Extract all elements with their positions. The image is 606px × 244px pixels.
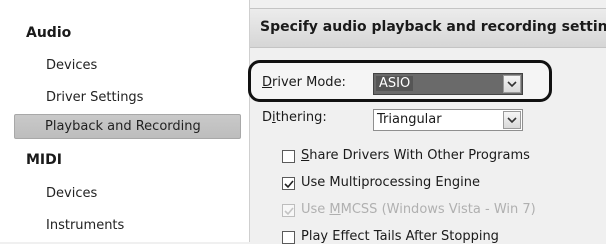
dithering-value: Triangular [377, 112, 442, 127]
sidebar-item-driver-settings[interactable]: Driver Settings [46, 90, 143, 105]
dithering-select[interactable]: Triangular [373, 109, 523, 131]
category-midi: MIDI [26, 152, 62, 168]
sidebar-item-midi-devices[interactable]: Devices [46, 186, 97, 201]
panel-header: Specify audio playback and recording set… [250, 8, 606, 48]
page-title: Specify audio playback and recording set… [260, 19, 606, 35]
dithering-label: Dithering: [262, 110, 327, 125]
category-audio: Audio [26, 25, 72, 41]
chevron-down-icon[interactable] [503, 111, 521, 129]
sidebar-item-label: Playback and Recording [45, 119, 201, 134]
multiprocessing-label: Use Multiprocessing Engine [301, 175, 480, 190]
driver-mode-label: Driver Mode: [262, 75, 346, 90]
sidebar-item-playback-and-recording[interactable]: Playback and Recording [14, 114, 241, 139]
driver-mode-value: ASIO [376, 76, 414, 91]
sidebar-nav: Audio Devices Driver Settings Playback a… [0, 0, 250, 242]
sidebar-item-instruments[interactable]: Instruments [46, 218, 124, 233]
checkmark-icon [284, 207, 294, 216]
driver-mode-select[interactable]: ASIO [373, 73, 523, 95]
share-drivers-checkbox[interactable] [282, 150, 295, 163]
mmcss-checkbox [282, 204, 295, 217]
share-drivers-label: Share Drivers With Other Programs [301, 148, 530, 163]
mmcss-label: Use MMCSS (Windows Vista - Win 7) [301, 202, 536, 217]
chevron-down-icon[interactable] [503, 75, 521, 93]
multiprocessing-checkbox[interactable] [282, 177, 295, 190]
sidebar-item-audio-devices[interactable]: Devices [46, 58, 97, 73]
checkmark-icon [284, 180, 294, 189]
effect-tails-checkbox[interactable] [282, 231, 295, 244]
